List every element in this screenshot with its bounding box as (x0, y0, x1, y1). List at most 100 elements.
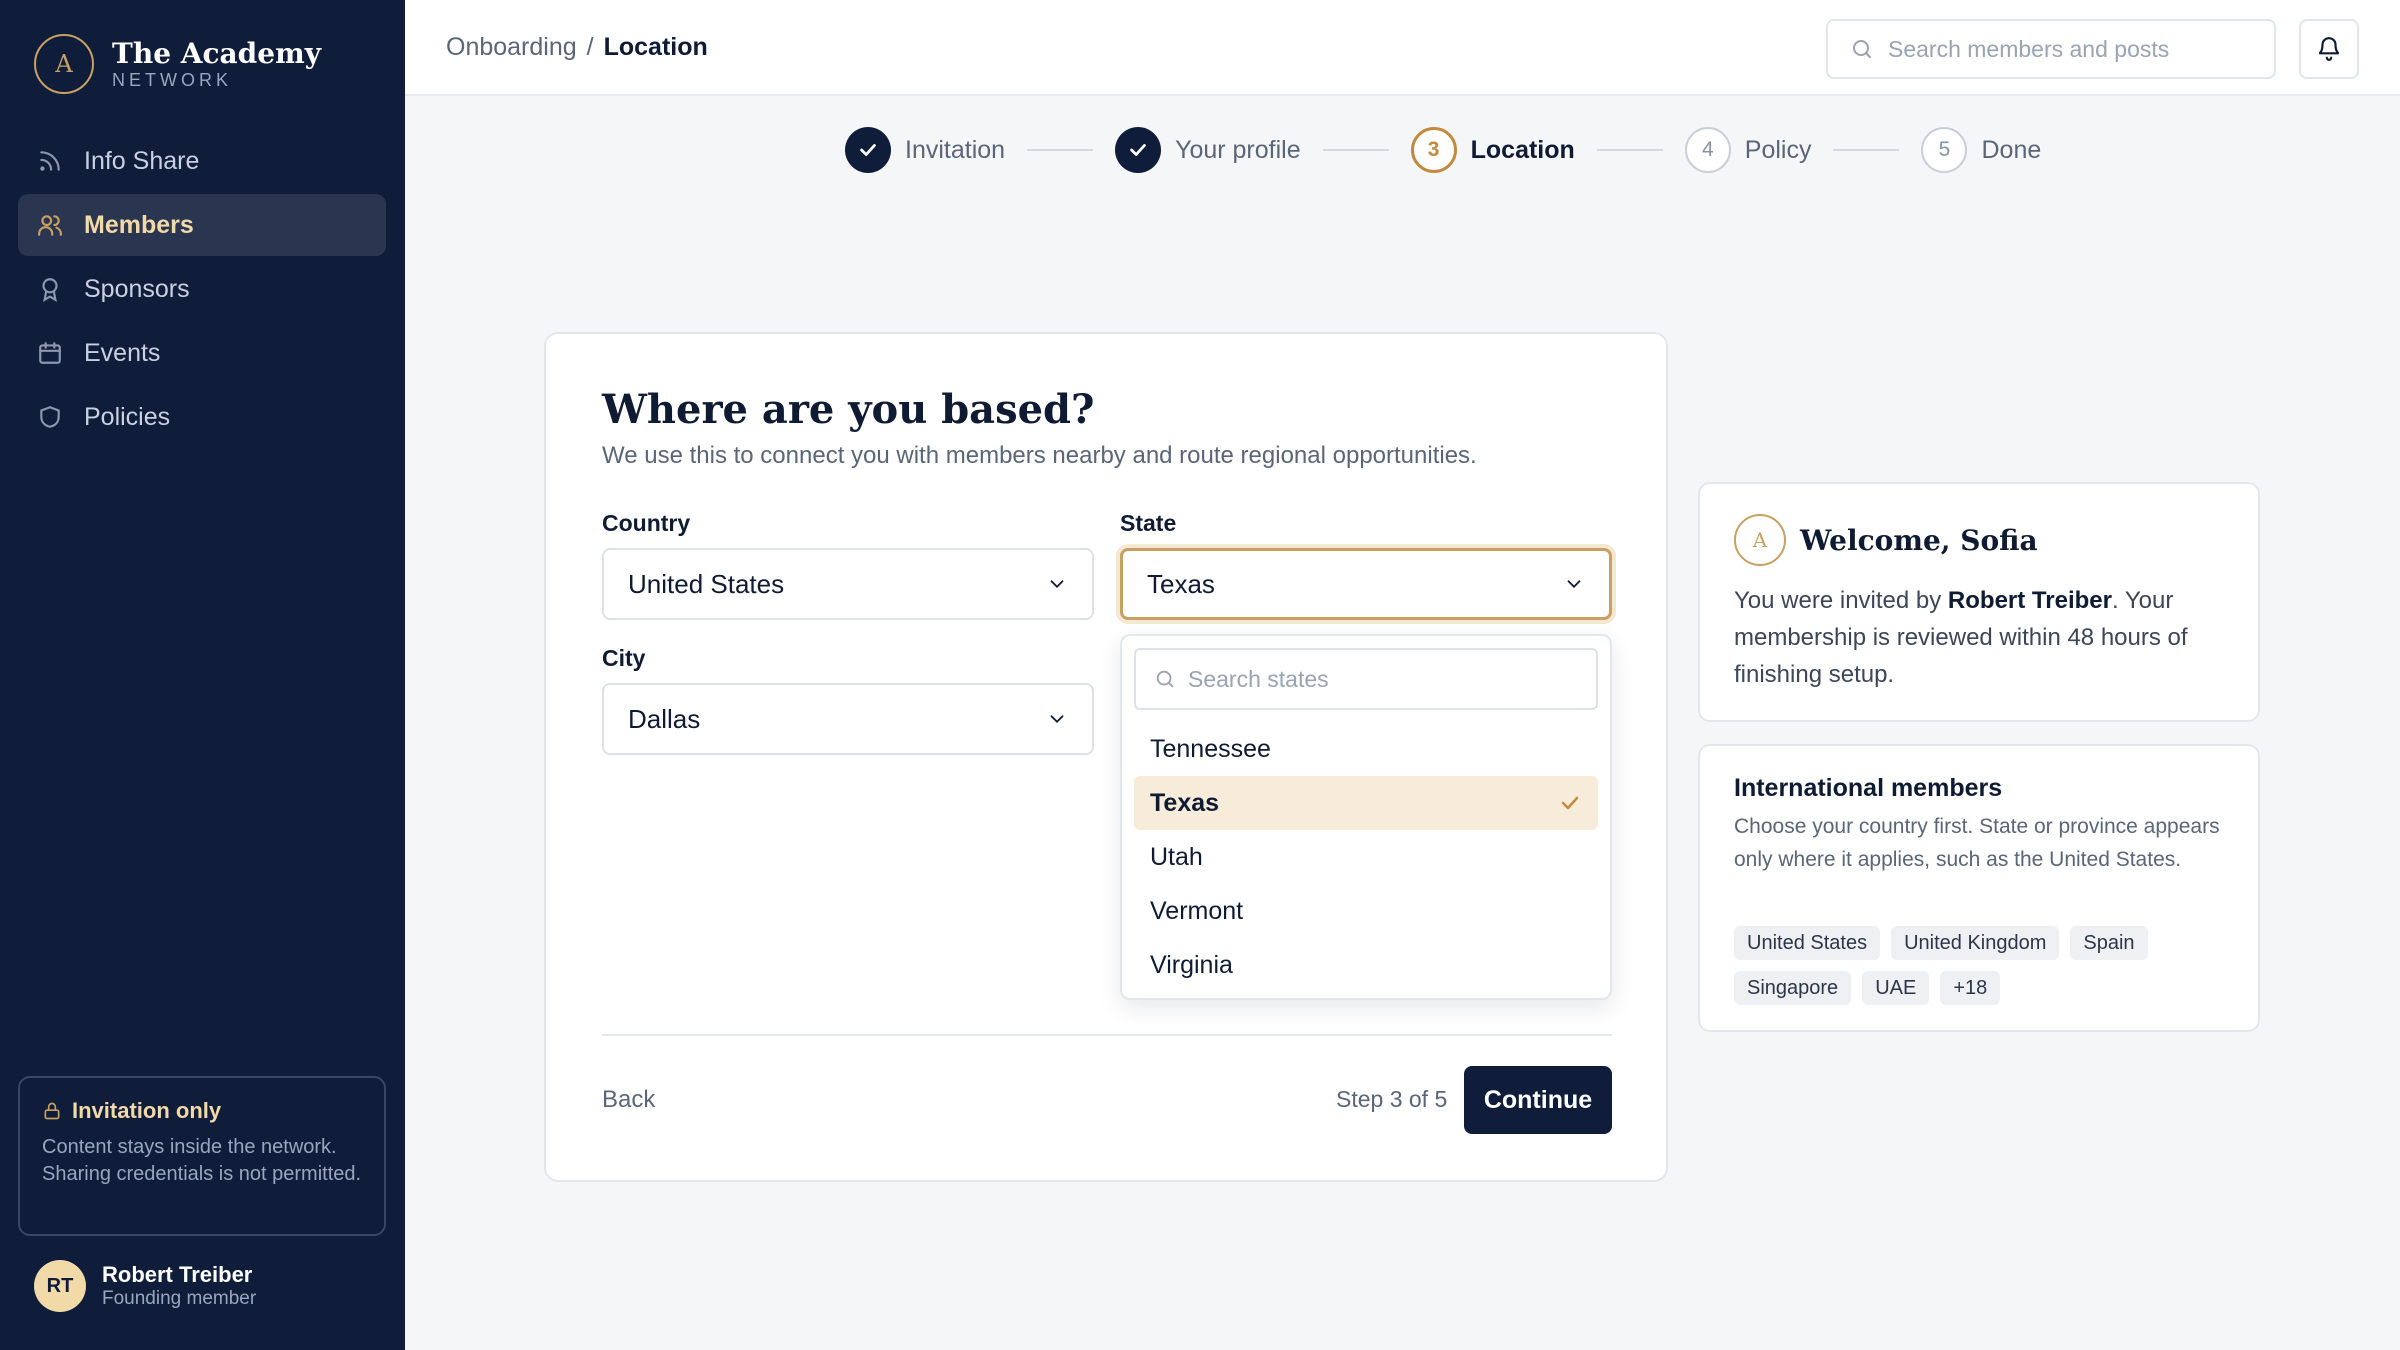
sidebar-item-label: Events (84, 338, 161, 367)
country-value: United States (628, 568, 785, 599)
international-members-card: International members Choose your countr… (1698, 744, 2260, 1032)
search-placeholder: Search members and posts (1888, 35, 2170, 62)
lock-icon (44, 1102, 60, 1120)
academy-logo: A (1734, 514, 1786, 566)
sidebar-item-members[interactable]: Members (18, 194, 386, 256)
state-select[interactable]: Texas (1120, 548, 1612, 620)
welcome-card: A Welcome, Sofia You were invited by Rob… (1698, 482, 2260, 722)
sidebar-item-policies[interactable]: Policies (18, 386, 386, 448)
welcome-text-prefix: You were invited by (1734, 587, 1948, 614)
country-chip: Singapore (1734, 971, 1852, 1005)
state-option-texas[interactable]: Texas (1134, 776, 1598, 830)
country-chip: Spain (2070, 926, 2148, 960)
international-title: International members (1734, 774, 2003, 802)
option-label: Utah (1150, 842, 1203, 871)
sidebar-item-events[interactable]: Events (18, 322, 386, 384)
sidebar-item-label: Info Share (84, 146, 200, 175)
state-option-virginia[interactable]: Virginia (1134, 938, 1598, 992)
brand[interactable]: A The Academy NETWORK (34, 34, 321, 94)
sidebar-item-sponsors[interactable]: Sponsors (18, 258, 386, 320)
invitation-notice: Invitation only Content stays inside the… (18, 1076, 386, 1236)
country-label: Country (602, 510, 691, 536)
topbar: Onboarding / Location Search members and… (405, 0, 2400, 96)
step-connector (1027, 149, 1094, 151)
step-number: 5 (1921, 127, 1968, 173)
step-connector (1596, 149, 1663, 151)
country-select[interactable]: United States (602, 548, 1094, 620)
sidebar-item-label: Policies (84, 402, 171, 431)
step-label: Your profile (1175, 135, 1301, 164)
state-search-input[interactable]: Search states (1134, 648, 1598, 710)
option-label: Texas (1150, 788, 1220, 817)
option-label: Vermont (1150, 896, 1244, 925)
sidebar-nav: Info Share Members Sponsors Events Polic… (18, 130, 386, 450)
sidebar-item-label: Sponsors (84, 274, 190, 303)
sidebar-item-label: Members (84, 210, 194, 239)
continue-button[interactable]: Continue (1464, 1066, 1612, 1134)
country-chip: UAE (1862, 971, 1930, 1005)
back-button[interactable]: Back (602, 1086, 655, 1114)
check-icon (1561, 796, 1579, 810)
breadcrumb: Onboarding / Location (446, 33, 708, 62)
chevron-down-icon (1567, 580, 1581, 589)
notice-text: Content stays inside the network. Sharin… (42, 1136, 362, 1185)
inviter-name: Robert Treiber (1947, 587, 2112, 614)
user-role: Founding member (102, 1288, 257, 1309)
welcome-text: You were invited by Robert Treiber. Your… (1734, 582, 2234, 693)
rss-icon (36, 147, 64, 175)
calendar-icon (36, 339, 64, 367)
sidebar-item-info-share[interactable]: Info Share (18, 130, 386, 192)
onboarding-stepper: Invitation Your profile 3 Location 4 Pol… (845, 126, 2041, 174)
search-icon (1853, 40, 1871, 58)
state-value: Texas (1147, 568, 1215, 599)
state-option-vermont[interactable]: Vermont (1134, 884, 1598, 938)
step-number: 3 (1410, 127, 1457, 173)
search-input[interactable]: Search members and posts (1826, 19, 2276, 79)
state-dropdown: Search states Tennessee Texas Utah Vermo… (1120, 634, 1612, 1000)
form-title: Where are you based? (602, 386, 1095, 433)
chevron-down-icon (1050, 580, 1064, 589)
user-profile[interactable]: RT Robert Treiber Founding member (34, 1260, 256, 1312)
step-location: 3 Location (1410, 127, 1575, 173)
state-label: State (1120, 510, 1177, 536)
step-done: 5 Done (1921, 127, 2041, 173)
step-policy: 4 Policy (1684, 127, 1811, 173)
option-label: Virginia (1150, 950, 1233, 979)
state-options: Tennessee Texas Utah Vermont Virginia (1134, 722, 1598, 992)
city-label: City (602, 645, 646, 671)
state-option-tennessee[interactable]: Tennessee (1134, 722, 1598, 776)
award-icon (36, 275, 64, 303)
step-label: Location (1470, 135, 1575, 164)
state-search-placeholder: Search states (1188, 665, 1329, 692)
city-select[interactable]: Dallas (602, 683, 1094, 755)
search-icon (1156, 670, 1174, 688)
option-label: Tennessee (1150, 734, 1271, 763)
users-icon (36, 211, 64, 239)
shield-icon (36, 403, 64, 431)
step-invitation: Invitation (845, 127, 1005, 173)
check-icon (1115, 127, 1162, 173)
bell-icon (2318, 37, 2340, 61)
brand-logo: A (34, 34, 94, 94)
breadcrumb-parent[interactable]: Onboarding (446, 33, 577, 62)
step-label: Invitation (905, 135, 1006, 164)
step-count: Step 3 of 5 (1336, 1086, 1448, 1112)
sidebar: A The Academy NETWORK Info Share Members… (0, 0, 405, 1350)
country-chips: United States United Kingdom Spain Singa… (1734, 926, 2234, 1016)
divider (602, 1034, 1612, 1036)
notifications-button[interactable] (2299, 19, 2359, 79)
welcome-title: Welcome, Sofia (1800, 523, 2038, 557)
location-form-card: Where are you based? We use this to conn… (544, 332, 1668, 1182)
more-countries-chip: +18 (1940, 971, 2001, 1005)
notice-title: Invitation only (72, 1098, 222, 1123)
breadcrumb-separator: / (586, 33, 594, 61)
step-connector (1833, 149, 1900, 151)
state-option-utah[interactable]: Utah (1134, 830, 1598, 884)
chevron-down-icon (1050, 715, 1064, 724)
step-your-profile: Your profile (1115, 127, 1301, 173)
city-value: Dallas (628, 703, 701, 734)
country-chip: United States (1734, 926, 1881, 960)
form-subtitle: We use this to connect you with members … (602, 442, 1477, 469)
international-text: Choose your country first. State or prov… (1734, 815, 2220, 871)
country-chip: United Kingdom (1891, 926, 2060, 960)
